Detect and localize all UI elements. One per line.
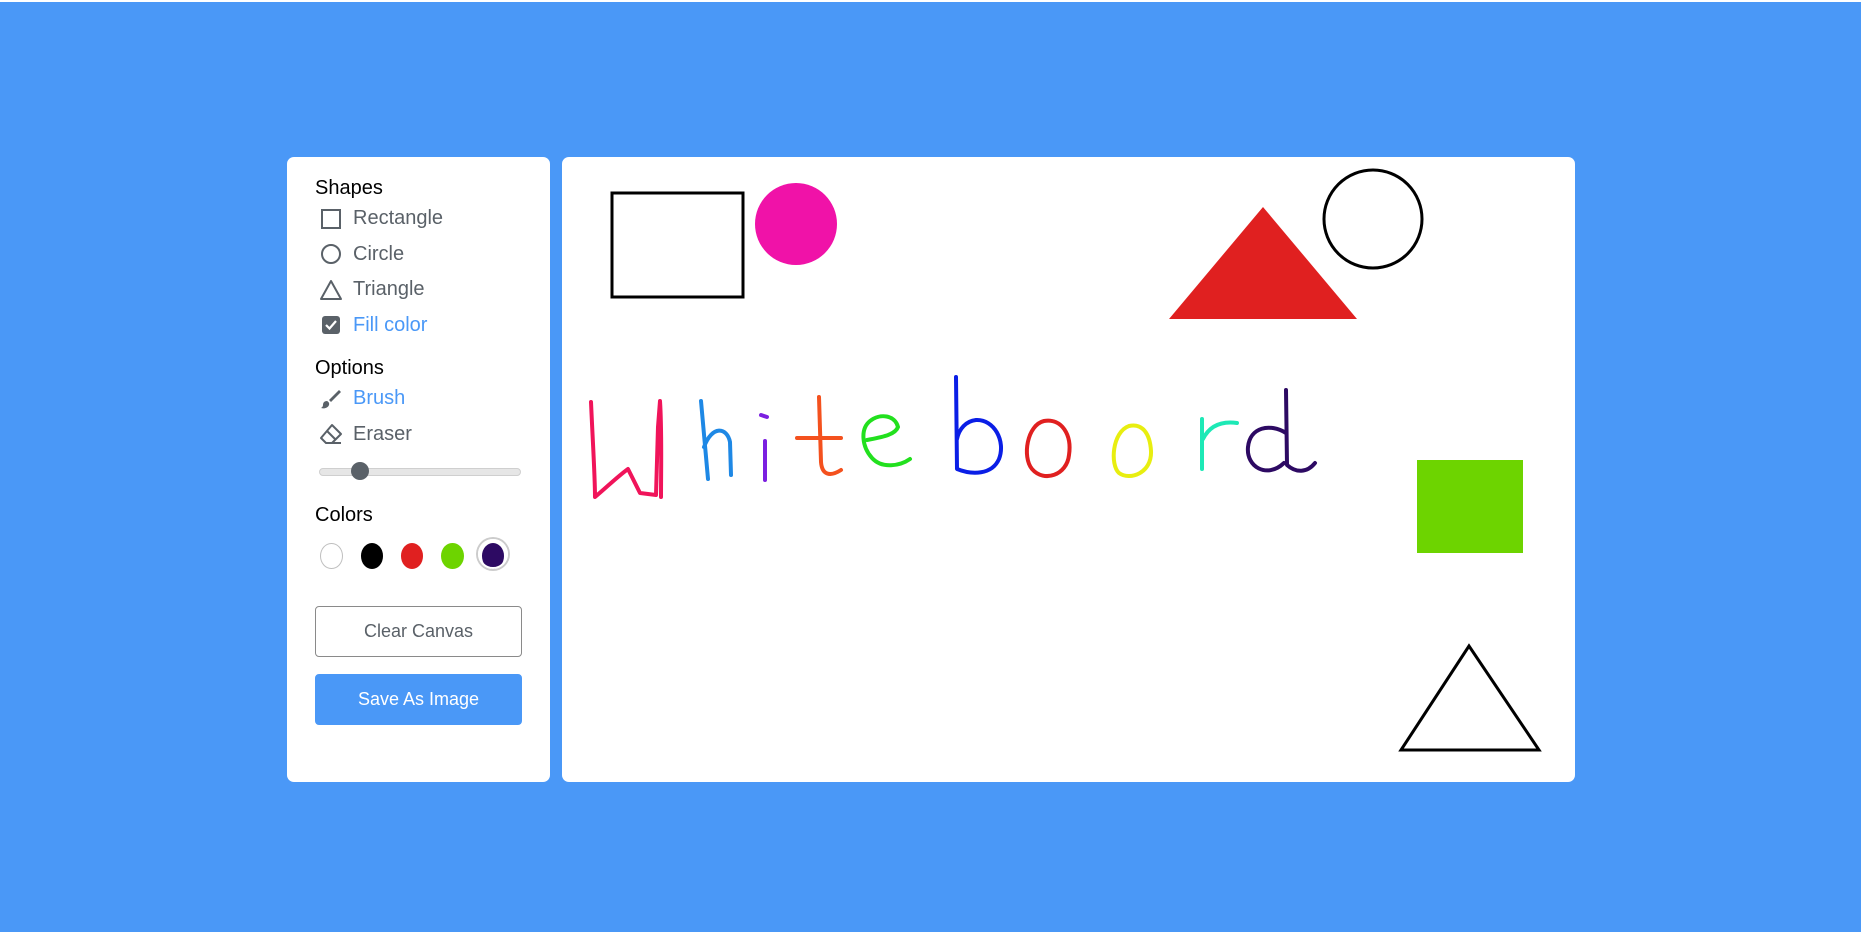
drawn-green-square (1417, 460, 1523, 553)
tool-triangle[interactable]: Triangle (315, 272, 522, 308)
options-list: Brush Eraser (315, 381, 522, 452)
triangle-icon (319, 278, 343, 302)
tool-rectangle-label: Rectangle (353, 207, 444, 230)
fill-color-option[interactable]: Fill color (315, 308, 522, 344)
handwritten-whiteboard (589, 375, 1317, 499)
tool-circle-label: Circle (353, 242, 405, 265)
hw-letter-t (795, 395, 843, 476)
rectangle-icon (319, 207, 343, 231)
drawn-outline-circle (1322, 168, 1424, 270)
color-white[interactable] (320, 543, 343, 569)
drawn-outline-triangle (1398, 643, 1542, 752)
color-custom-picker[interactable] (477, 539, 509, 569)
hw-letter-W (589, 399, 664, 499)
color-list (315, 528, 522, 584)
tool-brush-label: Brush (353, 387, 406, 410)
hw-letter-r (1200, 417, 1239, 471)
save-image-button[interactable]: Save As Image (315, 674, 522, 725)
circle-icon (319, 242, 343, 266)
hw-letter-h (699, 399, 733, 481)
checkbox-checked-icon[interactable] (319, 313, 343, 337)
tool-triangle-label: Triangle (353, 278, 425, 301)
color-green[interactable] (441, 543, 464, 569)
drawing-canvas[interactable] (562, 157, 1575, 782)
tool-eraser[interactable]: Eraser (315, 417, 522, 453)
hw-letter-b (954, 375, 1003, 475)
hw-letter-d (1245, 388, 1317, 473)
hw-letter-o1 (1024, 418, 1072, 478)
tool-brush[interactable]: Brush (315, 381, 522, 417)
tool-eraser-label: Eraser (353, 422, 412, 445)
hw-letter-i (759, 413, 769, 482)
colors-title: Colors (315, 504, 373, 526)
color-red[interactable] (400, 543, 424, 569)
shapes-title: Shapes (315, 177, 383, 199)
drawn-rectangle (610, 191, 745, 299)
options-title: Options (315, 357, 384, 379)
tool-circle[interactable]: Circle (315, 237, 522, 273)
drawn-pink-circle (755, 183, 837, 265)
drawn-red-triangle (1169, 207, 1357, 319)
tool-rectangle[interactable]: Rectangle (315, 201, 522, 237)
brush-icon (319, 387, 343, 411)
window-top-edge (0, 0, 1861, 2)
clear-canvas-button[interactable]: Clear Canvas (315, 606, 522, 657)
tools-board: Shapes Rectangle Circle Triangle Fill co… (287, 157, 550, 782)
fill-color-label: Fill color (353, 313, 428, 336)
hw-letter-o2 (1111, 423, 1154, 479)
brush-size-slider[interactable] (315, 452, 522, 492)
shapes-list: Rectangle Circle Triangle Fill color (315, 201, 522, 343)
color-black[interactable] (360, 543, 383, 569)
eraser-icon (319, 422, 343, 446)
brush-size-track[interactable] (319, 462, 521, 480)
hw-letter-e (861, 414, 912, 468)
drawing-board[interactable] (562, 157, 1575, 782)
brush-size-thumb[interactable] (351, 462, 370, 480)
